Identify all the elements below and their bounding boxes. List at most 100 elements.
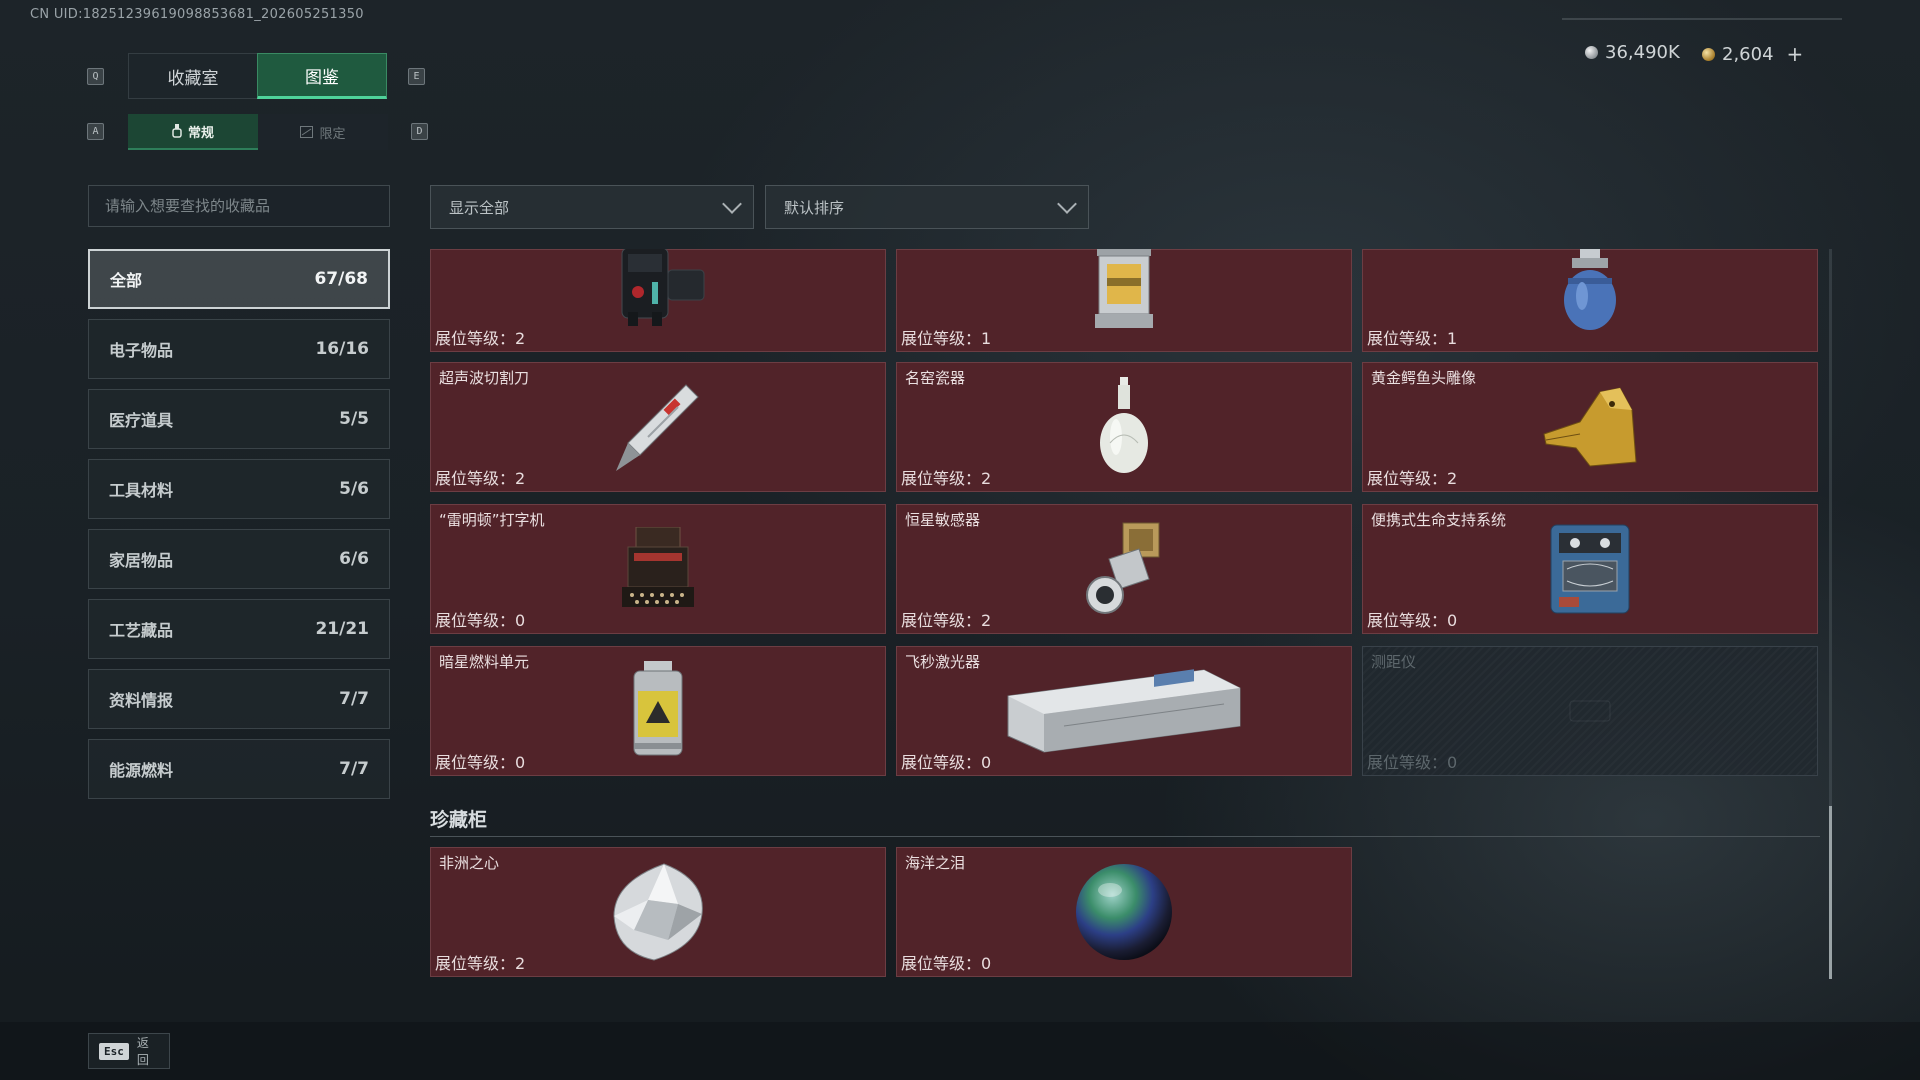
regular-icon	[172, 124, 182, 138]
tab-catalog[interactable]: 图鉴	[257, 53, 387, 99]
category-count: 5/6	[339, 479, 369, 499]
category-count: 6/6	[339, 549, 369, 569]
life-support-icon	[1550, 524, 1630, 614]
subtab-limited-label: 限定	[319, 126, 346, 142]
silver-currency: 36,490K	[1585, 42, 1680, 63]
item-card[interactable]: 展位等级：1	[1362, 249, 1818, 352]
search-input[interactable]	[88, 185, 390, 227]
item-card[interactable]: 海洋之泪 展位等级：0	[896, 847, 1352, 977]
silver-coin-icon	[1585, 46, 1598, 59]
top-divider	[1562, 18, 1842, 20]
item-level: 展位等级：0	[901, 954, 992, 973]
item-card-locked[interactable]: 测距仪 展位等级：0	[1362, 646, 1818, 776]
category-all[interactable]: 全部 67/68	[88, 249, 390, 309]
star-sensor-icon	[1086, 522, 1160, 614]
section-title-cabinet: 珍藏柜	[430, 809, 488, 831]
pearl-icon	[1076, 864, 1172, 960]
item-card[interactable]: 飞秒激光器 展位等级：0	[896, 646, 1352, 776]
category-energy[interactable]: 能源燃料 7/7	[88, 739, 390, 799]
category-tools[interactable]: 工具材料 5/6	[88, 459, 390, 519]
category-label: 工艺藏品	[109, 621, 174, 640]
item-level: 展位等级：2	[435, 469, 526, 488]
category-medical[interactable]: 医疗道具 5/5	[88, 389, 390, 449]
subtab-regular-label: 常规	[187, 125, 214, 141]
item-level: 展位等级：1	[1367, 329, 1458, 348]
item-level: 展位等级：2	[435, 329, 526, 348]
item-card[interactable]: 恒星敏感器 展位等级：2	[896, 504, 1352, 634]
item-level: 展位等级：0	[1367, 611, 1458, 630]
item-card[interactable]: “雷明顿”打字机 展位等级：0	[430, 504, 886, 634]
add-currency-button[interactable]: +	[1787, 42, 1804, 66]
item-card[interactable]: 名窑瓷器 展位等级：2	[896, 362, 1352, 492]
item-level: 展位等级：2	[901, 469, 992, 488]
filter-dropdown[interactable]: 显示全部	[430, 185, 754, 229]
sort-dropdown[interactable]: 默认排序	[765, 185, 1089, 229]
limited-icon	[300, 126, 314, 138]
scrollbar-thumb[interactable]	[1829, 806, 1832, 979]
lantern-icon	[1095, 249, 1153, 329]
category-crafts[interactable]: 工艺藏品 21/21	[88, 599, 390, 659]
sort-dropdown-value: 默认排序	[784, 198, 845, 217]
category-label: 医疗道具	[109, 411, 174, 430]
tab-collection-room[interactable]: 收藏室	[128, 53, 258, 99]
category-label: 能源燃料	[109, 761, 174, 780]
gas-canister-icon	[1564, 249, 1616, 331]
item-level: 展位等级：2	[1367, 469, 1458, 488]
item-name: 非洲之心	[439, 854, 500, 872]
item-card[interactable]: 黄金鳄鱼头雕像 展位等级：2	[1362, 362, 1818, 492]
category-count: 5/5	[339, 409, 369, 429]
item-name: 恒星敏感器	[905, 511, 981, 529]
diamond-icon	[613, 863, 703, 961]
laser-case-icon	[1007, 669, 1241, 753]
item-card[interactable]: 展位等级：1	[896, 249, 1352, 352]
esc-key-icon: Esc	[99, 1042, 129, 1060]
chevron-down-icon	[1057, 194, 1077, 214]
item-name: 海洋之泪	[905, 854, 966, 872]
fuel-cell-icon	[633, 661, 683, 756]
category-intel[interactable]: 资料情报 7/7	[88, 669, 390, 729]
item-name: 名窑瓷器	[905, 369, 966, 387]
category-electronics[interactable]: 电子物品 16/16	[88, 319, 390, 379]
item-card[interactable]: 非洲之心 展位等级：2	[430, 847, 886, 977]
back-button[interactable]: Esc 返回	[88, 1033, 170, 1069]
porcelain-vase-icon	[1100, 377, 1148, 473]
subtab-regular[interactable]: 常规	[128, 114, 258, 150]
category-count: 7/7	[339, 759, 369, 779]
category-count: 67/68	[314, 269, 368, 289]
subtab-limited[interactable]: 限定	[258, 114, 388, 150]
hotkey-next-tab[interactable]: E	[408, 68, 425, 85]
category-household[interactable]: 家居物品 6/6	[88, 529, 390, 589]
item-level: 展位等级：2	[901, 611, 992, 630]
section-divider	[430, 836, 1820, 837]
item-card[interactable]: 暗星燃料单元 展位等级：0	[430, 646, 886, 776]
bottom-bar	[0, 1022, 1920, 1080]
category-count: 21/21	[315, 619, 369, 639]
hotkey-next-subtab[interactable]: D	[411, 123, 428, 140]
item-card[interactable]: 展位等级：2	[430, 249, 886, 352]
filter-dropdown-value: 显示全部	[449, 198, 510, 217]
gold-crocodile-icon	[1543, 387, 1637, 467]
item-level: 展位等级：0	[435, 611, 526, 630]
gold-coin-icon	[1702, 47, 1715, 61]
item-name: 测距仪	[1371, 653, 1417, 671]
item-card[interactable]: 超声波切割刀 展位等级：2	[430, 362, 886, 492]
category-label: 工具材料	[109, 481, 174, 500]
hotkey-prev-tab[interactable]: Q	[87, 68, 104, 85]
chevron-down-icon	[722, 194, 742, 214]
cutter-knife-icon	[616, 384, 699, 471]
category-label: 全部	[110, 271, 143, 290]
item-grid: 展位等级：2 展位等级：1 展位等级：1 超声波切割刀 展位等级：2 名窑瓷器 …	[430, 249, 1820, 979]
category-label: 资料情报	[109, 691, 174, 710]
item-name: 黄金鳄鱼头雕像	[1371, 369, 1477, 387]
back-label: 返回	[136, 1036, 149, 1067]
user-uid: CN UID:18251239619098853681_202605251350	[30, 7, 364, 22]
item-card[interactable]: 便携式生命支持系统 展位等级：0	[1362, 504, 1818, 634]
item-level: 展位等级：0	[901, 753, 992, 772]
item-name: 超声波切割刀	[439, 369, 530, 387]
item-name: 便携式生命支持系统	[1371, 511, 1507, 529]
category-count: 7/7	[339, 689, 369, 709]
hotkey-prev-subtab[interactable]: A	[87, 123, 104, 140]
item-name: 飞秒激光器	[905, 653, 981, 671]
typewriter-icon	[622, 527, 694, 607]
item-level: 展位等级：0	[1367, 753, 1458, 772]
